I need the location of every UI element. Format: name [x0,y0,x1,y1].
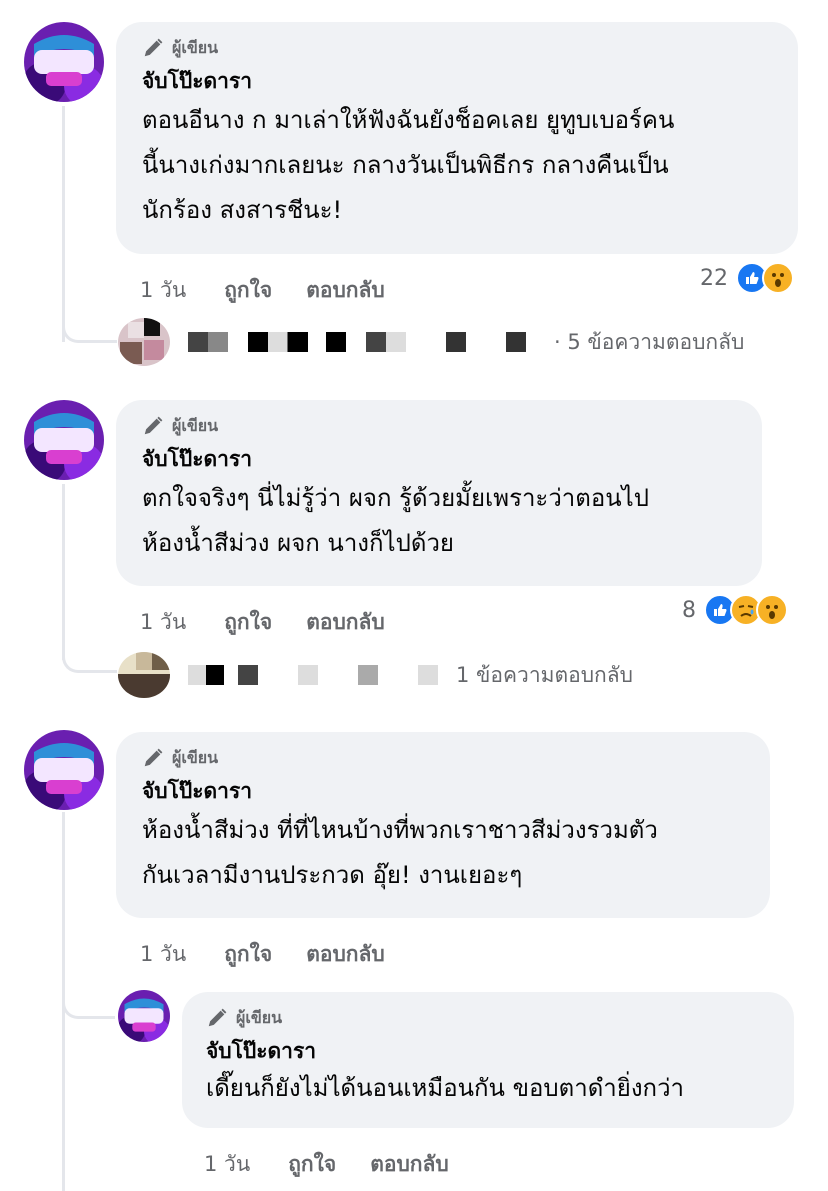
comment-text: ห้องน้ำสีม่วง ที่ที่ไหนบ้างที่พวกเราชาวส… [142,808,744,898]
wow-icon [762,262,794,294]
author-badge: ผู้เขียน [206,1006,770,1030]
redacted-name [326,332,346,352]
like-button[interactable]: ถูกใจ [224,274,272,307]
comment-meta: 1 วัน ถูกใจ ตอบกลับ [204,1140,483,1181]
timestamp[interactable]: 1 วัน [140,938,186,971]
view-replies-link[interactable]: 1 ข้อความตอบกลับ [118,652,633,698]
reactions[interactable]: 22 [700,262,794,294]
comment-text-line: ตอนอีนาง ก มาเล่าให้ฟังฉันยังช็อคเลย ยูท… [142,106,675,134]
comment-bubble: ผู้เขียน จับโป๊ะดารา ตกใจจริงๆ นี่ไม่รู้… [116,400,762,586]
author-badge-label: ผู้เขียน [172,415,219,435]
reply-button[interactable]: ตอบกลับ [306,606,385,639]
replier-avatars [118,652,170,698]
author-badge-label: ผู้เขียน [172,37,219,57]
redacted-name [188,332,228,352]
comment-meta: 1 วัน ถูกใจ ตอบกลับ [140,598,419,639]
reply-button[interactable]: ตอบกลับ [370,1148,449,1181]
avatar[interactable] [118,990,170,1042]
comment-bubble: ผู้เขียน จับโป๊ะดารา ตอนอีนาง ก มาเล่าให… [116,22,798,254]
redacted-name [418,665,438,685]
comment-meta: 1 วัน ถูกใจ ตอบกลับ [140,266,419,307]
pencil-icon [144,748,163,767]
pencil-icon [144,416,163,435]
view-replies-link[interactable]: · 5 ข้อความตอบกลับ [118,318,744,366]
reply-button[interactable]: ตอบกลับ [306,938,385,971]
pencil-icon [144,38,163,57]
comment-text-line: ห้องน้ำสีม่วง ที่ที่ไหนบ้างที่พวกเราชาวส… [142,816,658,844]
redacted-name [188,665,224,685]
avatar[interactable] [24,730,104,810]
replies-count[interactable]: · 5 ข้อความตอบกลับ [554,326,744,359]
timestamp[interactable]: 1 วัน [140,606,186,639]
reaction-count: 8 [682,597,696,623]
thread-elbow [62,978,115,1019]
redacted-name [506,332,526,352]
thread-elbow [62,300,117,343]
redacted-name [298,665,318,685]
author-badge: ผู้เขียน [142,746,744,770]
timestamp[interactable]: 1 วัน [140,274,186,307]
commenter-name[interactable]: จับโป๊ะดารา [142,444,736,474]
thread-elbow [62,630,117,673]
replies-count[interactable]: 1 ข้อความตอบกลับ [456,659,633,692]
comment-text-line: นักร้อง สงสารชีนะ! [142,196,343,224]
reply-bubble: ผู้เขียน จับโป๊ะดารา เดี๊ยนก็ยังไม่ได้นอ… [182,992,794,1128]
comment-text: ตอนอีนาง ก มาเล่าให้ฟังฉันยังช็อคเลย ยูท… [142,98,772,233]
commenter-name[interactable]: จับโป๊ะดารา [142,776,744,806]
like-button[interactable]: ถูกใจ [224,606,272,639]
redacted-name [366,332,406,352]
wow-icon [756,594,788,626]
like-button[interactable]: ถูกใจ [288,1148,336,1181]
reply-button[interactable]: ตอบกลับ [306,274,385,307]
like-button[interactable]: ถูกใจ [224,938,272,971]
author-badge: ผู้เขียน [142,36,772,60]
redacted-name [446,332,466,352]
comment-text-line: ตกใจจริงๆ นี่ไม่รู้ว่า ผจก รู้ด้วยมั้ยเพ… [142,484,649,512]
avatar[interactable] [24,22,104,102]
avatar[interactable] [24,400,104,480]
comment-text-line: นี้นางเก่งมากเลยนะ กลางวันเป็นพิธีกร กลา… [142,151,669,179]
author-badge-label: ผู้เขียน [172,747,219,767]
redacted-name [358,665,378,685]
replier-avatars [118,318,170,366]
pencil-icon [208,1008,227,1027]
comment-meta: 1 วัน ถูกใจ ตอบกลับ [140,930,419,971]
comment-bubble: ผู้เขียน จับโป๊ะดารา ห้องน้ำสีม่วง ที่ที… [116,732,770,918]
redacted-name [238,665,258,685]
comment-text-line: ห้องน้ำสีม่วง ผจก นางก็ไปด้วย [142,529,454,557]
author-badge: ผู้เขียน [142,414,736,438]
comment-text-line: เดี๊ยนก็ยังไม่ได้นอนเหมือนกัน ขอบตาดำยิ่… [206,1074,685,1102]
commenter-name[interactable]: จับโป๊ะดารา [142,66,772,96]
commenter-name[interactable]: จับโป๊ะดารา [206,1036,770,1066]
reaction-count: 22 [700,265,728,291]
comment-text: เดี๊ยนก็ยังไม่ได้นอนเหมือนกัน ขอบตาดำยิ่… [206,1068,770,1108]
timestamp[interactable]: 1 วัน [204,1148,250,1181]
redacted-name [248,332,308,352]
author-badge-label: ผู้เขียน [236,1007,283,1027]
comment-text-line: กันเวลามีงานประกวด อุ๊ย! งานเยอะๆ [142,861,523,889]
reactions[interactable]: 8 [682,594,788,626]
comment-text: ตกใจจริงๆ นี่ไม่รู้ว่า ผจก รู้ด้วยมั้ยเพ… [142,476,736,566]
